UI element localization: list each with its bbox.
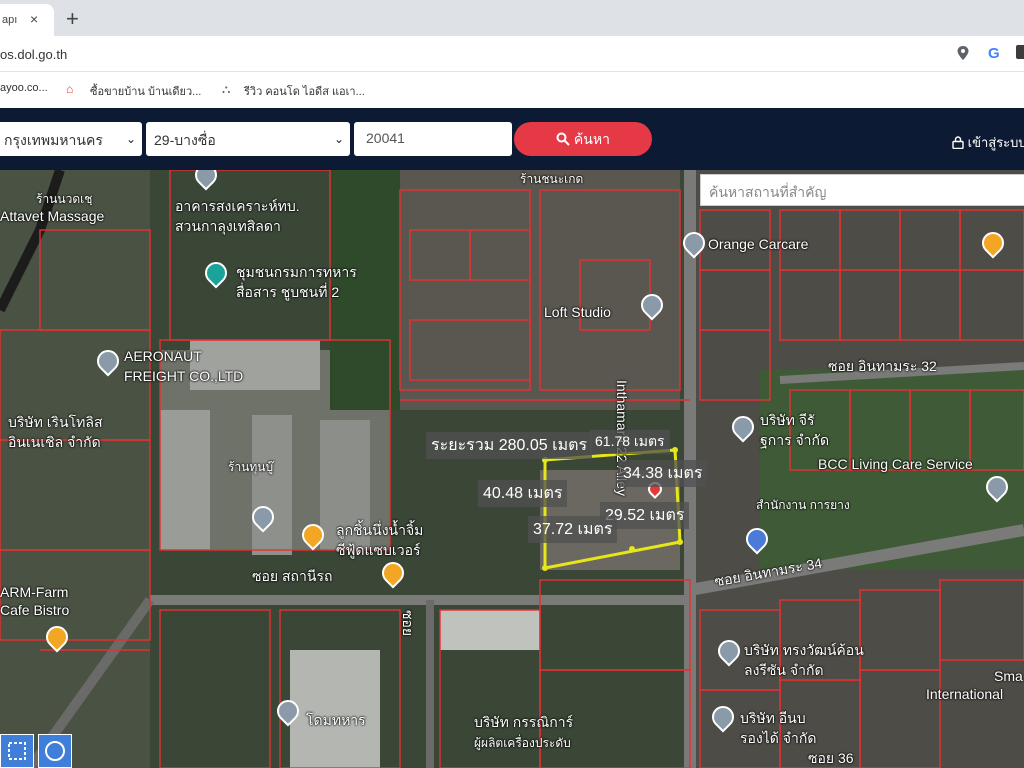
map-label: บริษัท กรรณิการ์	[474, 714, 574, 730]
map-label: Sma	[994, 668, 1023, 684]
parcel-number-input[interactable]: 20041	[354, 122, 512, 156]
map-label: BCC Living Care Service	[818, 456, 973, 472]
map-label: อาคารสงเคราะห์ทบ.	[175, 198, 300, 214]
extension-icon[interactable]	[1016, 45, 1024, 59]
search-button-label: ค้นหา	[573, 131, 610, 147]
province-select[interactable]: กรุงเทพมหานคร ⌄	[0, 122, 142, 156]
new-tab-button[interactable]: +	[66, 6, 79, 32]
bookmark-item[interactable]: ayoo.co...	[0, 82, 48, 94]
map-label: ชุมชนกรมการทหาร	[236, 264, 357, 280]
bookmark-item[interactable]: ซื้อขายบ้าน บ้านเดียว...	[90, 82, 201, 100]
polygon-icon	[8, 742, 26, 760]
map-label: Loft Studio	[544, 304, 611, 320]
tab-title: apı	[2, 14, 18, 26]
map-label: ลูกชิ้นนึ่งน้ำจิ้ม	[336, 522, 424, 538]
map-label: ARM-Farm	[0, 584, 69, 600]
map-label: ร้านทุนบู๊	[228, 460, 274, 474]
chevron-down-icon: ⌄	[125, 132, 136, 146]
map-label: ซอย สถานีรถ	[252, 568, 333, 584]
map-label: บริษัท เรินโทลิส	[8, 414, 103, 430]
google-icon[interactable]: G	[988, 45, 1000, 62]
url-field[interactable]: os.dol.go.th	[0, 47, 67, 62]
map-label: บริษัท จีรั	[760, 412, 815, 428]
edge-measurement: 61.78 เมตร	[590, 430, 670, 454]
draw-circle-tool[interactable]	[38, 734, 72, 768]
login-link[interactable]: เข้าสู่ระบบ	[952, 132, 1024, 153]
amphur-select[interactable]: 29-บางซื่อ ⌄	[146, 122, 350, 156]
amphur-value: 29-บางซื่อ	[154, 132, 216, 148]
map-label: ซอย 36	[808, 750, 854, 766]
map-label: International	[926, 686, 1004, 702]
map-label: FREIGHT CO.,LTD	[124, 368, 244, 384]
map-label: ร้านชนะเกด	[520, 172, 584, 186]
site-header: กรุงเทพมหานคร ⌄ 29-บางซื่อ ⌄ 20041 ค้นหา…	[0, 108, 1024, 170]
bookmark-item[interactable]: รีวิว คอนโด ไอดีส แอเา...	[244, 82, 365, 100]
browser-tab-bar: apı × +	[0, 0, 1024, 36]
place-search-input[interactable]: ค้นหาสถานที่สำคัญ	[700, 174, 1024, 206]
province-value: กรุงเทพมหานคร	[4, 132, 103, 148]
lock-icon	[952, 136, 964, 150]
map-label: สื่อสาร ชูบชนที่ 2	[236, 284, 340, 300]
map-label: ซอย	[400, 610, 416, 637]
map-label: Orange Carcare	[708, 236, 809, 252]
draw-polygon-tool[interactable]	[0, 734, 34, 768]
map-label: ซอย อินทามระ 32	[828, 358, 937, 374]
edge-measurement: 34.38 เมตร	[618, 460, 708, 487]
map-label: ผู้ผลิตเครื่องประดับ	[474, 736, 571, 750]
edge-measurement: 40.48 เมตร	[478, 480, 568, 507]
browser-tab[interactable]: apı ×	[0, 4, 54, 36]
tab-close-icon[interactable]: ×	[30, 11, 38, 27]
map-label: โดมทหาร	[306, 712, 366, 728]
edge-measurement: 37.72 เมตร	[528, 516, 618, 543]
bookmarks-bar: ayoo.co... ⌂ ซื้อขายบ้าน บ้านเดียว... ⛬ …	[0, 72, 1024, 108]
map-label: ฐการ จำกัด	[760, 432, 830, 448]
map-label: Cafe Bistro	[0, 602, 70, 618]
map-label: รองได้ จำกัด	[740, 730, 817, 746]
chevron-down-icon: ⌄	[333, 132, 344, 146]
address-bar: os.dol.go.th G	[0, 36, 1024, 72]
bookmark-site-icon: ⛬	[222, 82, 231, 96]
circle-icon	[45, 741, 65, 761]
map-label: บริษัท ทรงวัฒน์ค้อน	[744, 642, 864, 658]
map-label: อินเนเชิล จำกัด	[8, 434, 101, 450]
search-icon	[556, 132, 570, 146]
area-measurement: ระยะรวม 280.05 เมตร	[426, 432, 593, 459]
map-label: ลงรีซัน จำกัด	[744, 662, 824, 678]
satellite-map[interactable]: ค้นหาสถานที่สำคัญ ร้านนวดเชฺ Attavet Mas…	[0, 170, 1024, 768]
map-label: ซีฟู้ดแซบเวอร์	[336, 542, 421, 558]
bookmark-house-icon: ⌂	[66, 82, 74, 96]
map-label: AERONAUT	[124, 348, 202, 364]
map-label: ร้านนวดเชฺ	[36, 192, 93, 206]
map-label: Attavet Massage	[0, 208, 105, 224]
map-label: บริษัท อีนบ	[740, 710, 806, 726]
search-button[interactable]: ค้นหา	[514, 122, 652, 156]
map-label: สำนักงาน การยาง	[756, 498, 850, 512]
map-label: สวนกาลุงเทสิลดา	[175, 218, 281, 234]
location-icon[interactable]	[956, 46, 970, 60]
login-label: เข้าสู่ระบบ	[967, 135, 1024, 150]
